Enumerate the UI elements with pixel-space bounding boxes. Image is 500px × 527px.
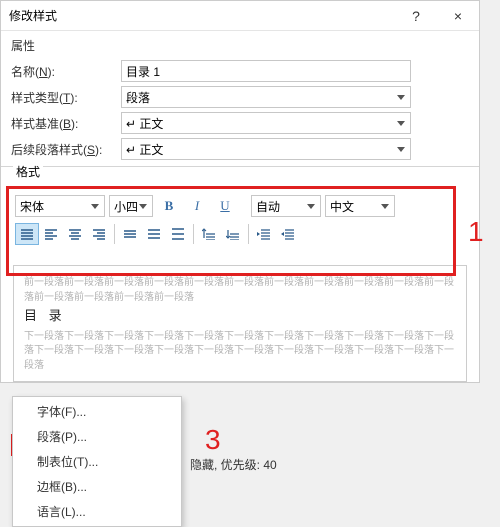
next-label: 后续段落样式(S): — [11, 141, 121, 158]
next-row: 后续段落样式(S): ↵ 正文 — [11, 138, 469, 160]
font-size-select[interactable]: 小四 — [109, 195, 153, 217]
line-spacing-1-button[interactable] — [118, 223, 142, 245]
format-section: 格式 宋体 小四 B I U 自动 中文 — [9, 171, 471, 257]
type-select[interactable]: 段落 — [121, 86, 411, 108]
line-spacing-15-button[interactable] — [142, 223, 166, 245]
indent-increase-button[interactable] — [252, 223, 276, 245]
space-before-decrease-button[interactable] — [221, 223, 245, 245]
format-context-menu: 字体(F)... 段落(P)... 制表位(T)... 边框(B)... 语言(… — [12, 396, 182, 527]
indent-decrease-button[interactable] — [276, 223, 300, 245]
format-section-label: 格式 — [13, 163, 43, 180]
font-select[interactable]: 宋体 — [15, 195, 105, 217]
color-value: 自动 — [256, 198, 280, 215]
menu-paragraph[interactable]: 段落(P)... — [13, 424, 181, 449]
name-input[interactable]: 目录 1 — [121, 60, 411, 82]
underline-button[interactable]: U — [213, 195, 237, 217]
menu-border[interactable]: 边框(B)... — [13, 474, 181, 499]
font-color-select[interactable]: 自动 — [251, 195, 321, 217]
menu-tabs[interactable]: 制表位(T)... — [13, 449, 181, 474]
bold-button[interactable]: B — [157, 195, 181, 217]
next-select[interactable]: ↵ 正文 — [121, 138, 411, 160]
callout-label-3: 3 — [205, 424, 221, 456]
type-value: 段落 — [126, 89, 150, 106]
align-right-button[interactable] — [87, 223, 111, 245]
line-spacing-2-button[interactable] — [166, 223, 190, 245]
menu-font[interactable]: 字体(F)... — [13, 399, 181, 424]
type-row: 样式类型(T): 段落 — [11, 86, 469, 108]
base-row: 样式基准(B): ↵ 正文 — [11, 112, 469, 134]
name-value: 目录 1 — [126, 63, 160, 80]
size-value: 小四 — [114, 198, 138, 215]
titlebar: 修改样式 ? × — [1, 1, 479, 31]
language-select[interactable]: 中文 — [325, 195, 395, 217]
align-center-button[interactable] — [63, 223, 87, 245]
italic-button[interactable]: I — [185, 195, 209, 217]
lang-value: 中文 — [330, 198, 354, 215]
space-before-increase-button[interactable] — [197, 223, 221, 245]
props-section-label: 属性 — [1, 31, 479, 56]
modify-style-dialog: 修改样式 ? × 属性 名称(N): 目录 1 样式类型(T): 段落 样式基准… — [0, 0, 480, 383]
style-description: 隐藏, 优先级: 40 — [190, 456, 277, 473]
menu-language[interactable]: 语言(L)... — [13, 499, 181, 524]
dialog-title: 修改样式 — [9, 7, 57, 24]
align-left-button[interactable] — [39, 223, 63, 245]
preview-before-text: 前一段落前一段落前一段落前一段落前一段落前一段落前一段落前一段落前一段落前一段落… — [24, 276, 456, 305]
props-form: 名称(N): 目录 1 样式类型(T): 段落 样式基准(B): ↵ 正文 后续… — [1, 60, 479, 160]
preview-pane: 前一段落前一段落前一段落前一段落前一段落前一段落前一段落前一段落前一段落前一段落… — [13, 265, 467, 382]
format-toolbar-1: 宋体 小四 B I U 自动 中文 — [15, 195, 465, 217]
close-button[interactable]: × — [437, 1, 479, 30]
font-value: 宋体 — [20, 198, 44, 215]
type-label: 样式类型(T): — [11, 89, 121, 106]
help-button[interactable]: ? — [395, 1, 437, 30]
align-justify-button[interactable] — [15, 223, 39, 245]
next-value: ↵ 正文 — [126, 141, 163, 158]
name-row: 名称(N): 目录 1 — [11, 60, 469, 82]
base-value: ↵ 正文 — [126, 115, 163, 132]
name-label: 名称(N): — [11, 63, 121, 80]
format-toolbar-2 — [15, 223, 465, 245]
preview-heading: 目 录 — [24, 307, 456, 326]
base-label: 样式基准(B): — [11, 115, 121, 132]
base-select[interactable]: ↵ 正文 — [121, 112, 411, 134]
preview-after-text: 下一段落下一段落下一段落下一段落下一段落下一段落下一段落下一段落下一段落下一段落… — [24, 330, 456, 374]
callout-label-1: 1 — [468, 216, 484, 248]
